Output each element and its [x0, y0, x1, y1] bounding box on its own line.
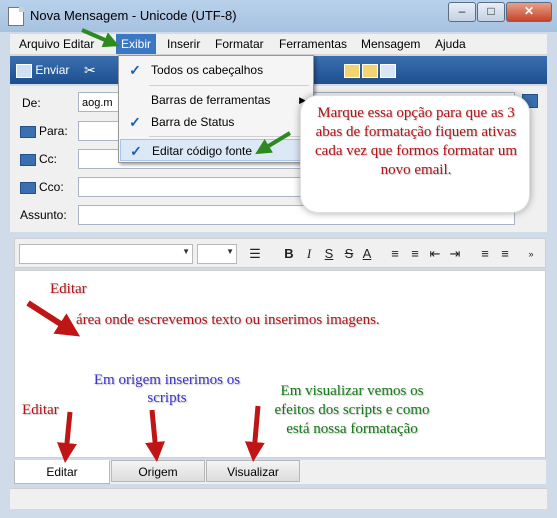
arrow-to-exibir-menu — [81, 28, 120, 48]
arrow-to-editar-tab — [57, 411, 77, 463]
annotation-arrows — [26, 28, 292, 463]
arrow-to-visualizar-tab — [244, 405, 265, 462]
arrow-to-origem-tab — [145, 409, 166, 462]
arrow-to-edit-source-option — [255, 131, 292, 155]
arrow-to-editor-area — [26, 300, 81, 337]
message-window: Nova Mensagem - Unicode (UTF-8) – □ ✕ Ar… — [0, 0, 557, 518]
